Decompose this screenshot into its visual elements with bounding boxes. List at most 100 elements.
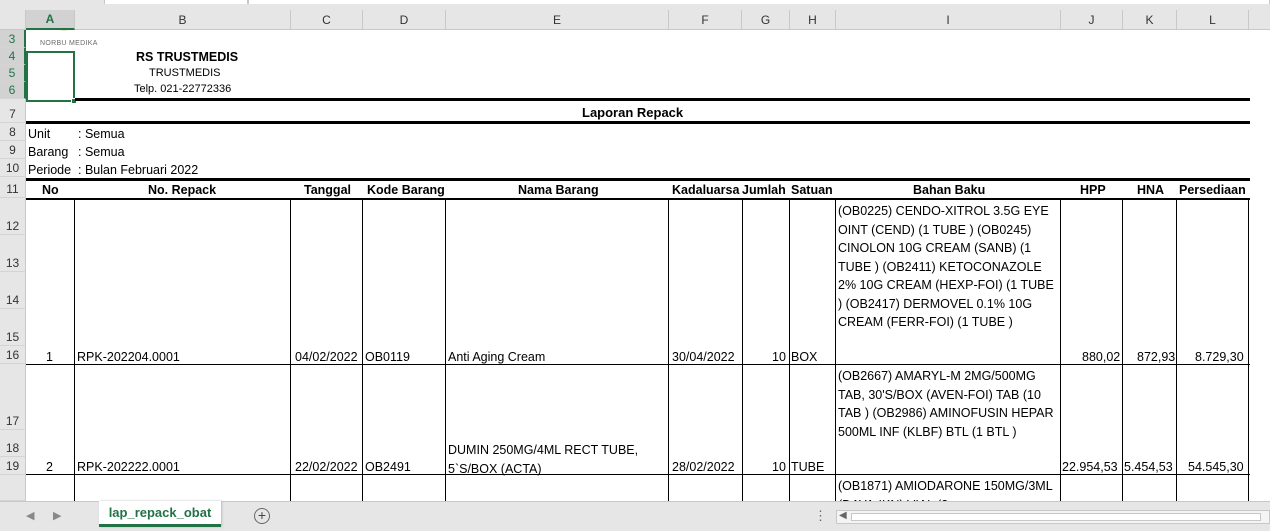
row-header-7[interactable]: 7 [0, 99, 26, 123]
row-header-8[interactable]: 8 [0, 123, 26, 141]
row-header-5[interactable]: 5 [0, 65, 26, 82]
logo-text: NORBU MEDIKA [40, 40, 98, 47]
grid-line-v6 [742, 198, 743, 501]
row-header-12[interactable]: 12 [0, 198, 26, 235]
record-2-hpp: 22.954,53 [1062, 460, 1118, 474]
sheet-tab-bar: ◀ ▶ lap_repack_obat + ⋮ ◀ [0, 501, 1270, 531]
selected-range[interactable] [26, 51, 75, 102]
row-header-15[interactable]: 15 [0, 309, 26, 346]
row-header-17[interactable]: 17 [0, 364, 26, 430]
filter-unit-label: Unit [28, 127, 51, 141]
th-hpp: HPP [1080, 183, 1106, 197]
hospital-subtitle: TRUSTMEDIS [149, 67, 221, 79]
select-all-corner[interactable] [0, 10, 26, 30]
hospital-phone: Telp. 021-22772336 [134, 83, 232, 95]
column-header-m[interactable] [1249, 10, 1270, 30]
row-header-3[interactable]: 3 [0, 30, 26, 48]
row-header-14[interactable]: 14 [0, 272, 26, 309]
column-header-c[interactable]: C [291, 10, 363, 30]
horizontal-scrollbar[interactable]: ◀ [836, 510, 1270, 524]
row-header-10[interactable]: 10 [0, 159, 26, 177]
scrollbar-thumb[interactable] [851, 513, 1261, 521]
more-options-icon[interactable]: ⋮ [814, 508, 827, 524]
th-tanggal: Tanggal [304, 183, 351, 197]
grid-line-v4 [445, 198, 446, 501]
record-1-bahan-baku: (OB0225) CENDO-XITROL 3.5G EYE OINT (CEN… [838, 204, 1054, 329]
row-header-9[interactable]: 9 [0, 141, 26, 159]
formula-tab-1 [104, 0, 248, 4]
record-2-kode-barang: OB2491 [365, 460, 411, 474]
table-top-rule [26, 178, 1250, 181]
column-header-i[interactable]: I [836, 10, 1061, 30]
filter-unit-value: : Semua [78, 127, 125, 141]
grid-line-v2 [290, 198, 291, 501]
row-header-20[interactable] [0, 475, 26, 501]
report-title: Laporan Repack [582, 105, 684, 120]
row-header-13[interactable]: 13 [0, 235, 26, 272]
column-header-h[interactable]: H [790, 10, 836, 30]
th-nama-barang: Nama Barang [518, 183, 599, 197]
record-2-kadaluarsa: 28/02/2022 [672, 460, 735, 474]
record-2-persediaan: 54.545,30 [1188, 460, 1244, 474]
scroll-left-icon[interactable]: ◀ [839, 510, 847, 521]
column-header-f[interactable]: F [669, 10, 742, 30]
record-1-satuan: BOX [791, 350, 818, 364]
add-sheet-icon[interactable]: + [254, 508, 270, 524]
column-header-b[interactable]: B [75, 10, 291, 30]
th-satuan: Satuan [791, 183, 833, 197]
grid-line-v12 [1248, 198, 1249, 501]
filter-periode-value: : Bulan Februari 2022 [78, 163, 199, 177]
grid-line-v11 [1176, 198, 1177, 501]
record-2-bahan-baku: (OB2667) AMARYL-M 2MG/500MG TAB, 30'S/BO… [838, 369, 1054, 439]
record-1-kadaluarsa: 30/04/2022 [672, 350, 735, 364]
grid-line-v5 [668, 198, 669, 501]
prev-sheet-icon[interactable]: ◀ [26, 509, 34, 522]
th-kode-barang: Kode Barang [367, 183, 445, 197]
row-header-18[interactable]: 18 [0, 430, 26, 457]
row-rule-1 [26, 364, 1250, 365]
column-header-l[interactable]: L [1177, 10, 1249, 30]
column-header-k[interactable]: K [1123, 10, 1177, 30]
record-2-nama-barang: DUMIN 250MG/4ML RECT TUBE, 5`S/BOX (ACTA… [448, 443, 639, 476]
row-header-4[interactable]: 4 [0, 48, 26, 65]
column-header-d[interactable]: D [363, 10, 446, 30]
grid-line-v1 [74, 198, 75, 501]
title-bottom-rule [26, 121, 1250, 124]
th-jumlah: Jumlah [742, 183, 786, 197]
worksheet-grid[interactable]: NORBU MEDIKA RS TRUSTMEDIS TRUSTMEDIS Te… [26, 30, 1270, 501]
row-header-16[interactable]: 16 [0, 346, 26, 364]
next-sheet-icon[interactable]: ▶ [53, 509, 61, 522]
header-bottom-rule [26, 198, 1250, 200]
sheet-tab-lap-repack-obat[interactable]: lap_repack_obat [99, 501, 221, 527]
record-2-satuan: TUBE [791, 460, 825, 474]
title-top-rule [75, 98, 1250, 101]
row-rule-2 [26, 474, 1250, 475]
column-header-j[interactable]: J [1061, 10, 1123, 30]
hospital-logo-icon [59, 30, 69, 31]
grid-line-v3 [362, 198, 363, 501]
filter-barang-value: : Semua [78, 145, 125, 159]
grid-line-v9 [1060, 198, 1061, 501]
record-1-kode-barang: OB0119 [365, 350, 410, 364]
th-kadaluarsa: Kadaluarsa [672, 183, 740, 197]
th-no-repack: No. Repack [148, 183, 217, 197]
filter-barang-label: Barang [28, 145, 69, 159]
grid-line-v8 [835, 198, 836, 501]
hospital-name: RS TRUSTMEDIS [136, 50, 239, 64]
record-1-hpp: 880,02 [1082, 350, 1121, 364]
record-1-jumlah: 10 [772, 350, 786, 364]
row-header-19[interactable]: 19 [0, 457, 26, 475]
grid-line-v7 [789, 198, 790, 501]
ribbon-strip [0, 0, 1270, 10]
filter-periode-label: Periode [28, 163, 72, 177]
record-2-no: 2 [46, 460, 53, 474]
column-header-a[interactable]: A [26, 10, 75, 30]
record-2-no-repack: RPK-202222.0001 [77, 460, 180, 474]
column-header-e[interactable]: E [446, 10, 669, 30]
formula-tab-2 [248, 0, 1270, 4]
row-header-11[interactable]: 11 [0, 177, 26, 198]
record-1-nama-barang: Anti Aging Cream [448, 350, 546, 364]
row-header-6[interactable]: 6 [0, 82, 26, 99]
record-2-hna: 5.454,53 [1124, 460, 1173, 474]
column-header-g[interactable]: G [742, 10, 790, 30]
